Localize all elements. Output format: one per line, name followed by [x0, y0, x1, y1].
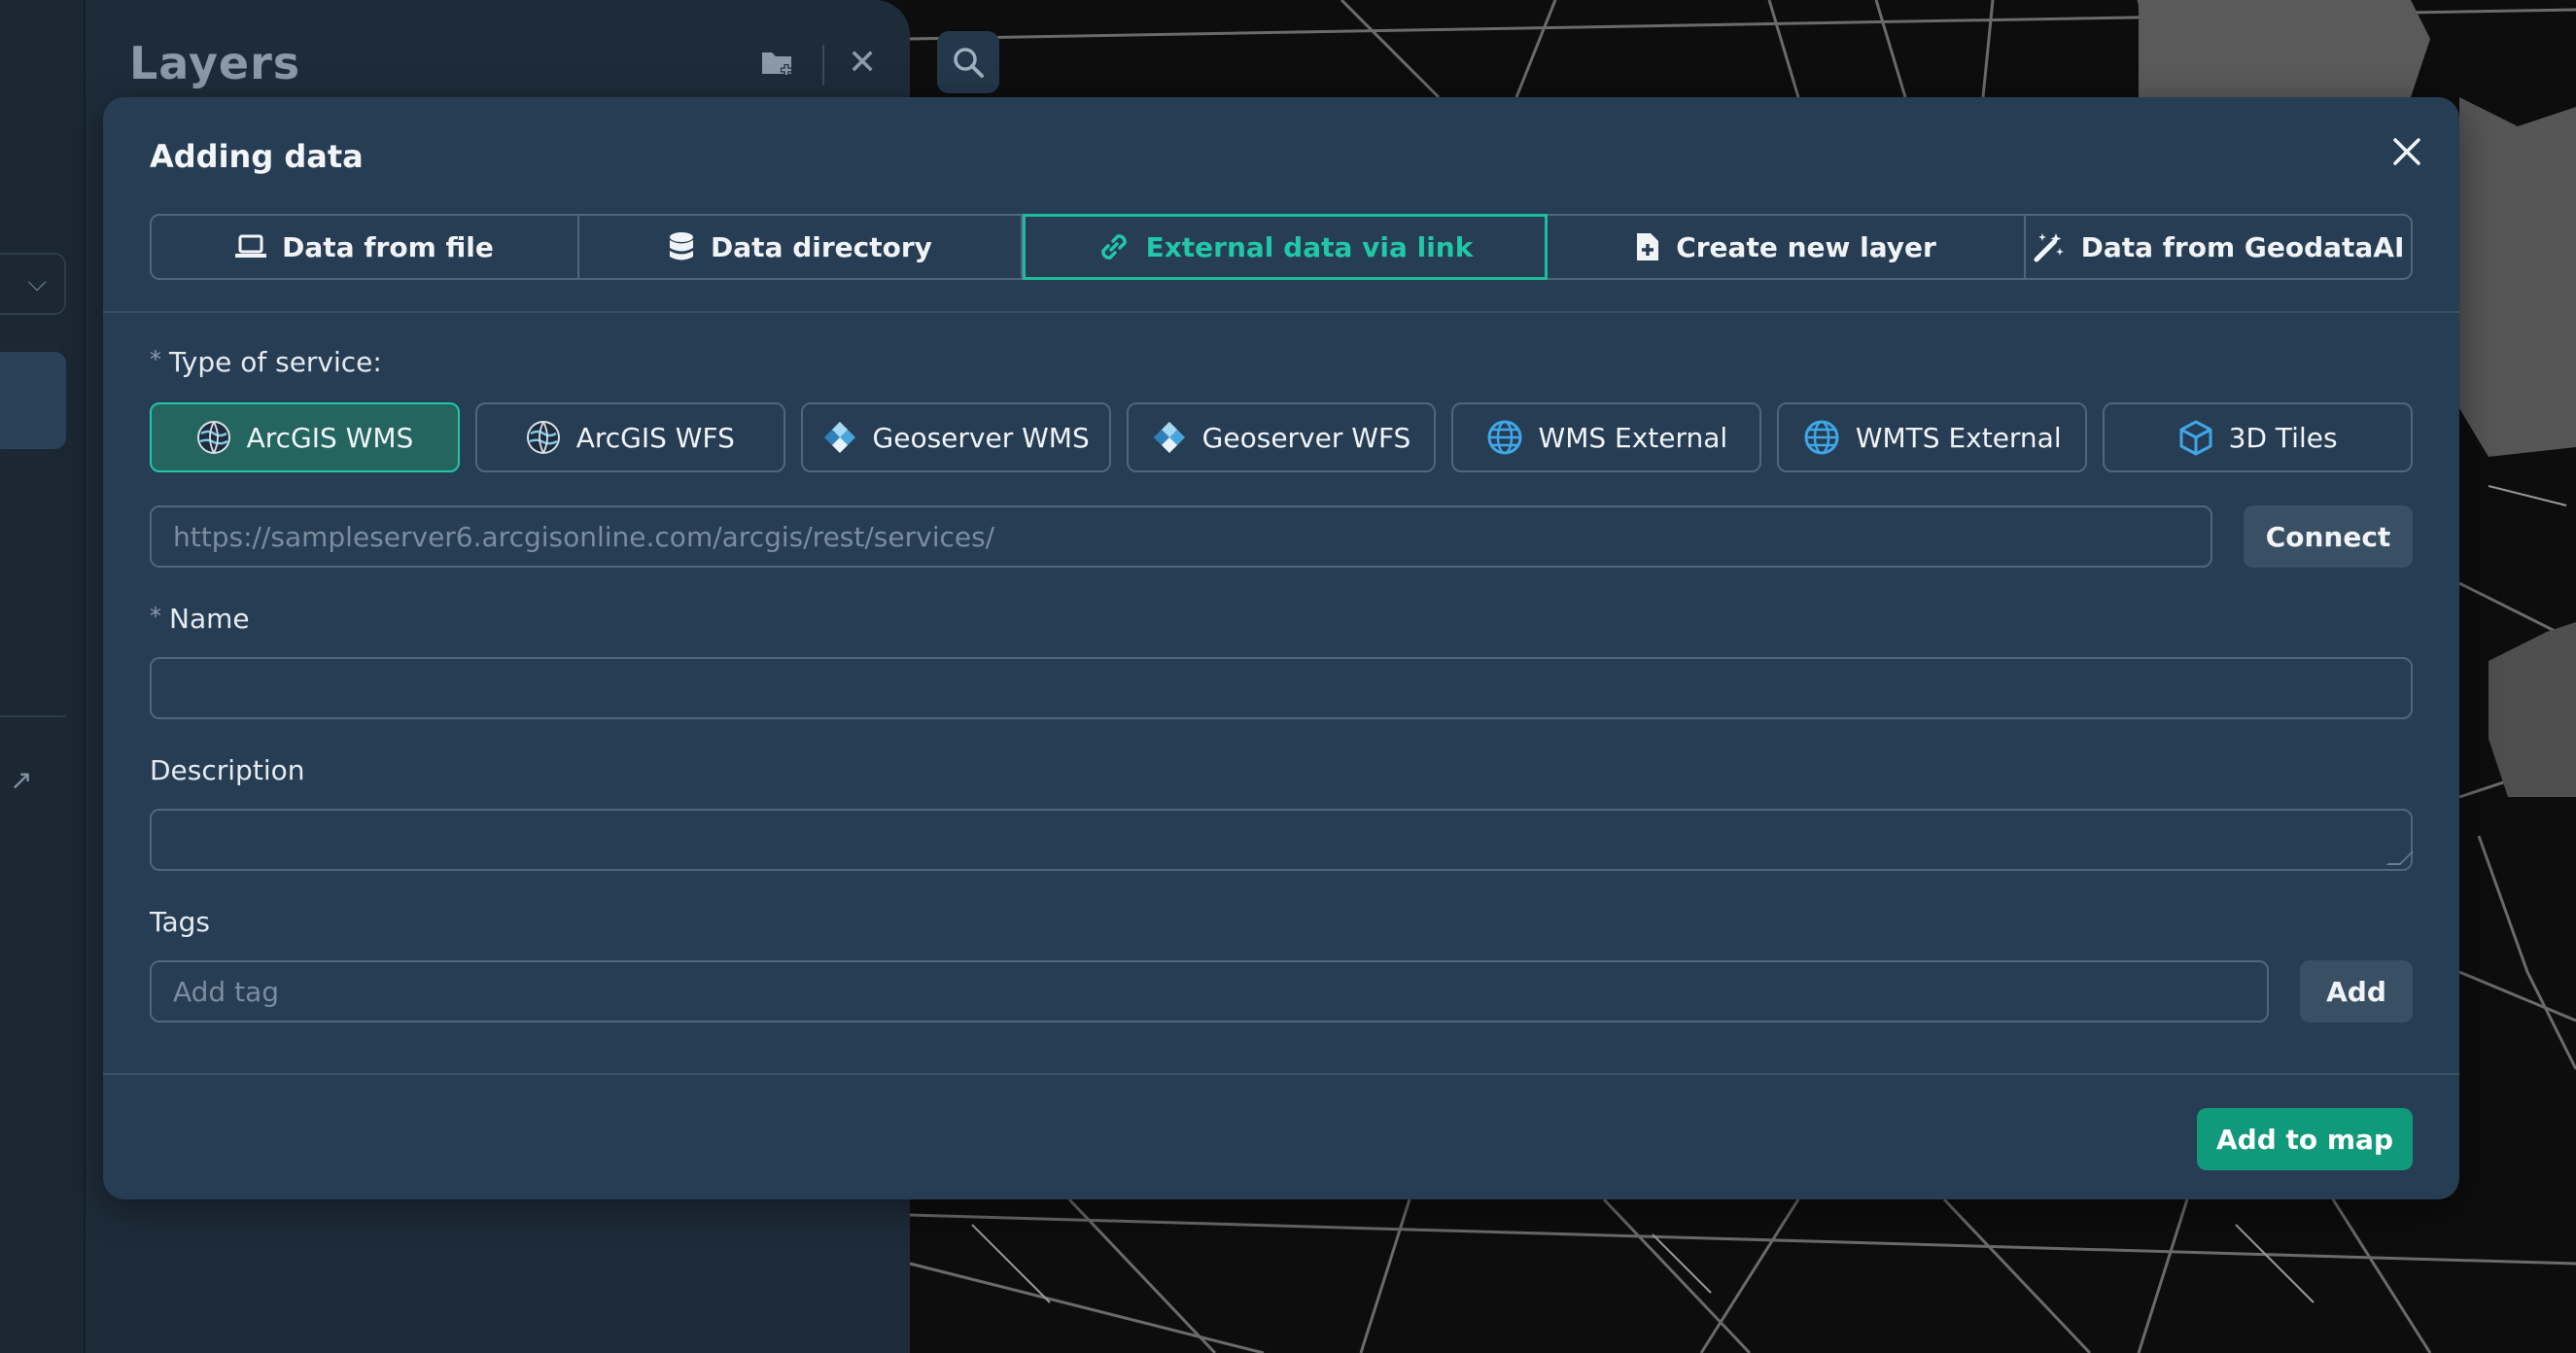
file-plus-icon [1637, 233, 1659, 260]
tab-label: Create new layer [1676, 230, 1936, 263]
service-option-label: ArcGIS WFS [575, 421, 735, 454]
rail-active-item[interactable] [0, 352, 66, 449]
service-option-3d-tiles[interactable]: 3D Tiles [2103, 402, 2414, 472]
service-type-options: ArcGIS WMS ArcGIS WFS Geoserver WMS Geos… [150, 402, 2414, 472]
add-to-map-button[interactable]: Add to map [2197, 1108, 2413, 1170]
left-rail: ⌵ ↗ [0, 0, 86, 1353]
geoserver-icon [1153, 422, 1185, 453]
connect-button[interactable]: Connect [2244, 505, 2413, 568]
service-url-input[interactable]: https://sampleserver6.arcgisonline.com/a… [150, 505, 2212, 568]
tag-placeholder: Add tag [173, 975, 280, 1008]
resize-grip-icon[interactable] [2386, 851, 2414, 865]
tab-external-data-via-link[interactable]: External data via link [1023, 214, 1548, 280]
service-type-label: * Type of service: [150, 346, 382, 378]
service-option-arcgis-wms[interactable]: ArcGIS WMS [150, 402, 460, 472]
divider [103, 311, 2459, 313]
adding-data-dialog: Adding data Data from file Data director… [103, 97, 2459, 1199]
service-option-geoserver-wms[interactable]: Geoserver WMS [800, 402, 1111, 472]
close-icon[interactable]: ✕ [848, 43, 877, 83]
tab-label: Data from file [282, 230, 494, 263]
link-icon [1100, 234, 1127, 260]
close-icon[interactable] [2387, 132, 2426, 171]
cube-icon [2179, 420, 2212, 456]
tab-data-directory[interactable]: Data directory [579, 216, 1023, 278]
service-option-label: Geoserver WMS [872, 421, 1090, 454]
tab-label: External data via link [1145, 230, 1474, 263]
description-label: Description [150, 754, 305, 786]
search-icon [954, 48, 984, 78]
tab-label: Data from GeodataAI [2080, 230, 2405, 263]
toolbar-separator [822, 45, 824, 86]
service-option-label: 3D Tiles [2228, 421, 2338, 454]
geoserver-icon [823, 422, 855, 453]
dialog-title: Adding data [150, 138, 364, 175]
rail-dropdown[interactable]: ⌵ [0, 253, 66, 315]
laptop-icon [235, 234, 267, 258]
tags-label: Tags [150, 906, 210, 938]
service-option-label: WMTS External [1855, 421, 2062, 454]
arcgis-globe-icon [526, 421, 560, 454]
service-option-label: Geoserver WFS [1201, 421, 1411, 454]
service-option-label: WMS External [1538, 421, 1728, 454]
add-tag-button[interactable]: Add [2300, 960, 2413, 1023]
tab-label: Data directory [711, 230, 932, 263]
description-textarea[interactable] [150, 809, 2414, 871]
service-option-arcgis-wfs[interactable]: ArcGIS WFS [474, 402, 785, 472]
rail-divider [0, 715, 66, 717]
divider [103, 1073, 2459, 1075]
tab-data-from-geodataai[interactable]: Data from GeodataAI [2026, 216, 2411, 278]
arcgis-globe-icon [196, 421, 230, 454]
map-search-button[interactable] [937, 31, 999, 93]
url-placeholder: https://sampleserver6.arcgisonline.com/a… [173, 520, 995, 553]
label-text: Name [169, 603, 250, 635]
service-option-geoserver-wfs[interactable]: Geoserver WFS [1126, 402, 1437, 472]
layers-title: Layers [129, 37, 301, 89]
expand-arrow-icon[interactable]: ↗ [10, 764, 32, 796]
name-input[interactable] [150, 657, 2413, 719]
label-text: Type of service: [169, 346, 382, 378]
tab-data-from-file[interactable]: Data from file [152, 216, 579, 278]
folder-add-icon[interactable] [760, 49, 795, 78]
chevron-down-icon: ⌵ [27, 268, 47, 297]
service-option-wms-external[interactable]: WMS External [1451, 402, 1762, 472]
tab-create-new-layer[interactable]: Create new layer [1548, 216, 2026, 278]
tag-input[interactable]: Add tag [150, 960, 2269, 1023]
source-tabs: Data from file Data directory External d… [150, 214, 2413, 280]
required-mark: * [150, 346, 161, 373]
name-label: * Name [150, 603, 250, 635]
required-mark: * [150, 603, 161, 630]
database-icon [670, 232, 694, 260]
globe-icon [1487, 420, 1522, 455]
service-option-label: ArcGIS WMS [246, 421, 414, 454]
globe-icon [1804, 420, 1839, 455]
service-option-wmts-external[interactable]: WMTS External [1777, 402, 2088, 472]
magic-wand-icon [2034, 233, 2064, 262]
